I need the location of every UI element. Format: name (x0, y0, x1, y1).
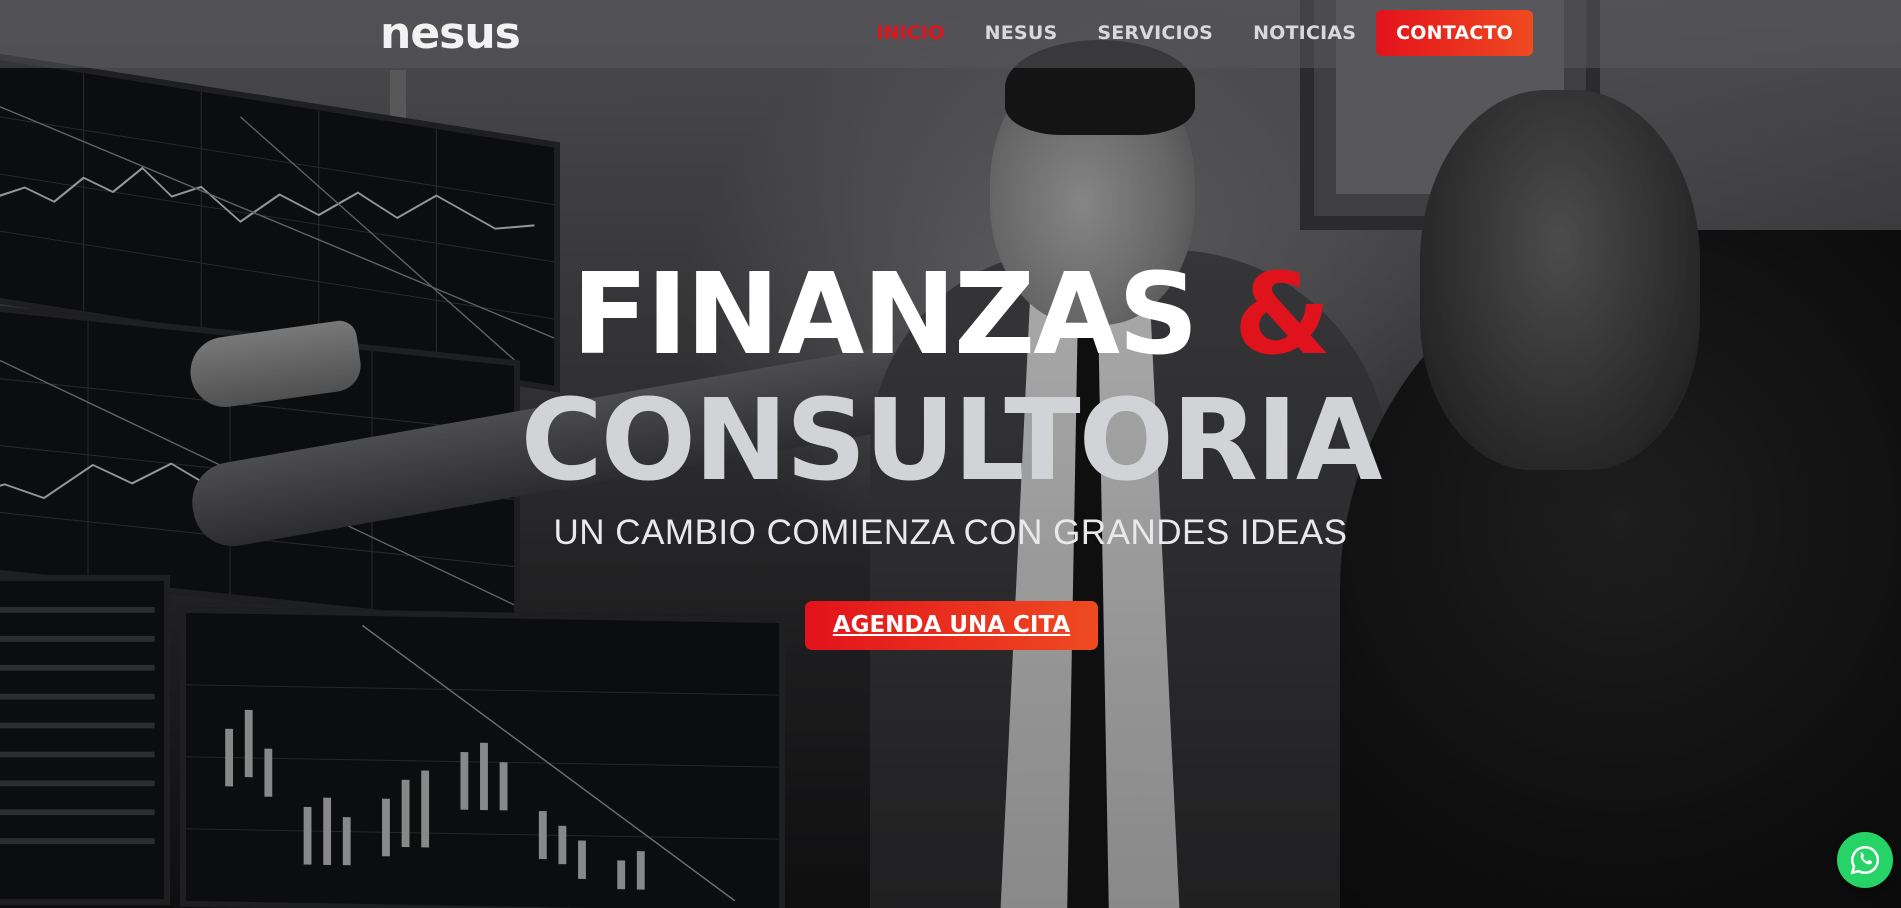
nav-item-servicios[interactable]: SERVICIOS (1097, 22, 1213, 44)
contact-button[interactable]: CONTACTO (1376, 10, 1533, 56)
nav-item-inicio[interactable]: INICIO (876, 22, 944, 44)
hero-title-line2: CONSULTORIA (520, 376, 1383, 506)
site-header: nesus INICIO NESUS SERVICIOS NOTICIAS CO… (0, 0, 1901, 68)
hero-title-ampersand: & (1233, 250, 1332, 380)
site-logo[interactable]: nesus (380, 6, 521, 62)
whatsapp-button[interactable] (1837, 832, 1893, 888)
hero-subtitle: UN CAMBIO COMIENZA CON GRANDES IDEAS (553, 513, 1348, 552)
nav-item-noticias[interactable]: NOTICIAS (1253, 22, 1356, 44)
hero-title-line1: FINANZAS & (0, 250, 1901, 380)
book-appointment-button[interactable]: AGENDA UNA CITA (805, 601, 1098, 650)
whatsapp-icon (1850, 845, 1880, 875)
hero-title-word-finanzas: FINANZAS (571, 250, 1199, 380)
main-nav: INICIO NESUS SERVICIOS NOTICIAS CONTACTO (836, 10, 1533, 56)
nav-item-nesus[interactable]: NESUS (985, 22, 1058, 44)
